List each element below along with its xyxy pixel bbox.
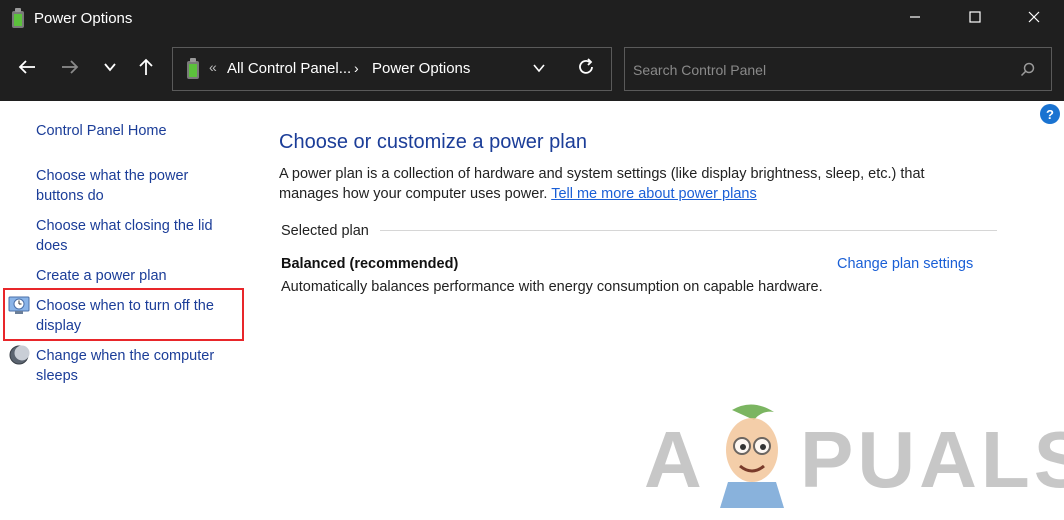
close-button[interactable] xyxy=(1009,0,1059,37)
search-icon[interactable] xyxy=(1019,61,1037,79)
learn-more-link[interactable]: Tell me more about power plans xyxy=(551,186,757,202)
minimize-icon xyxy=(909,10,921,28)
plan-description: Automatically balances performance with … xyxy=(281,279,823,295)
search-box[interactable] xyxy=(624,47,1052,91)
breadcrumb-separator[interactable]: › xyxy=(354,60,359,76)
sidebar-item-closing-lid[interactable]: Choose what closing the lid does xyxy=(36,216,236,256)
breadcrumb-power-options[interactable]: Power Options xyxy=(372,60,470,77)
breadcrumb-all-control-panel[interactable]: All Control Panel... xyxy=(227,60,351,77)
sleep-moon-icon xyxy=(8,344,30,366)
watermark-logo: A PUALS xyxy=(640,398,1064,508)
page-description: A power plan is a collection of hardware… xyxy=(279,164,979,204)
change-plan-settings-link[interactable]: Change plan settings xyxy=(837,256,973,272)
sidebar-item-power-buttons[interactable]: Choose what the power buttons do xyxy=(36,166,236,206)
divider xyxy=(380,230,997,231)
watermark-letters-puals: PUALS xyxy=(800,415,1064,504)
arrow-up-icon xyxy=(136,57,156,82)
recent-locations-button[interactable] xyxy=(98,57,122,81)
plan-name: Balanced (recommended) xyxy=(281,256,459,272)
sidebar-item-computer-sleeps[interactable]: Change when the computer sleeps xyxy=(36,346,236,386)
mascot-icon xyxy=(692,398,802,508)
power-options-icon xyxy=(185,58,201,80)
chevron-down-icon xyxy=(532,61,546,80)
power-options-icon xyxy=(10,8,26,29)
sidebar: Control Panel Home Choose what the power… xyxy=(0,101,250,520)
chevron-down-icon xyxy=(103,60,117,79)
help-button[interactable]: ? xyxy=(1040,104,1060,124)
maximize-icon xyxy=(969,10,981,28)
back-button[interactable] xyxy=(15,57,39,81)
close-icon xyxy=(1028,10,1040,28)
window-title: Power Options xyxy=(34,10,133,27)
title-bar: Power Options xyxy=(0,0,1064,37)
minimize-button[interactable] xyxy=(890,0,940,37)
arrow-left-icon xyxy=(17,57,37,82)
sidebar-item-create-power-plan[interactable]: Create a power plan xyxy=(36,266,236,286)
search-input[interactable] xyxy=(633,60,1003,80)
address-dropdown-button[interactable] xyxy=(529,60,549,80)
refresh-icon xyxy=(576,57,596,82)
sidebar-item-control-panel-home[interactable]: Control Panel Home xyxy=(36,121,236,141)
page-title: Choose or customize a power plan xyxy=(279,131,587,153)
highlight-box xyxy=(3,288,244,341)
up-button[interactable] xyxy=(134,57,158,81)
selected-plan-label: Selected plan xyxy=(281,223,369,239)
breadcrumb-overflow[interactable]: « xyxy=(209,59,217,75)
address-bar[interactable]: « All Control Panel... › Power Options xyxy=(172,47,612,91)
maximize-button[interactable] xyxy=(950,0,1000,37)
forward-button[interactable] xyxy=(58,57,82,81)
navigation-bar: « All Control Panel... › Power Options xyxy=(0,37,1064,101)
refresh-button[interactable] xyxy=(575,57,597,82)
arrow-right-icon xyxy=(60,57,80,82)
